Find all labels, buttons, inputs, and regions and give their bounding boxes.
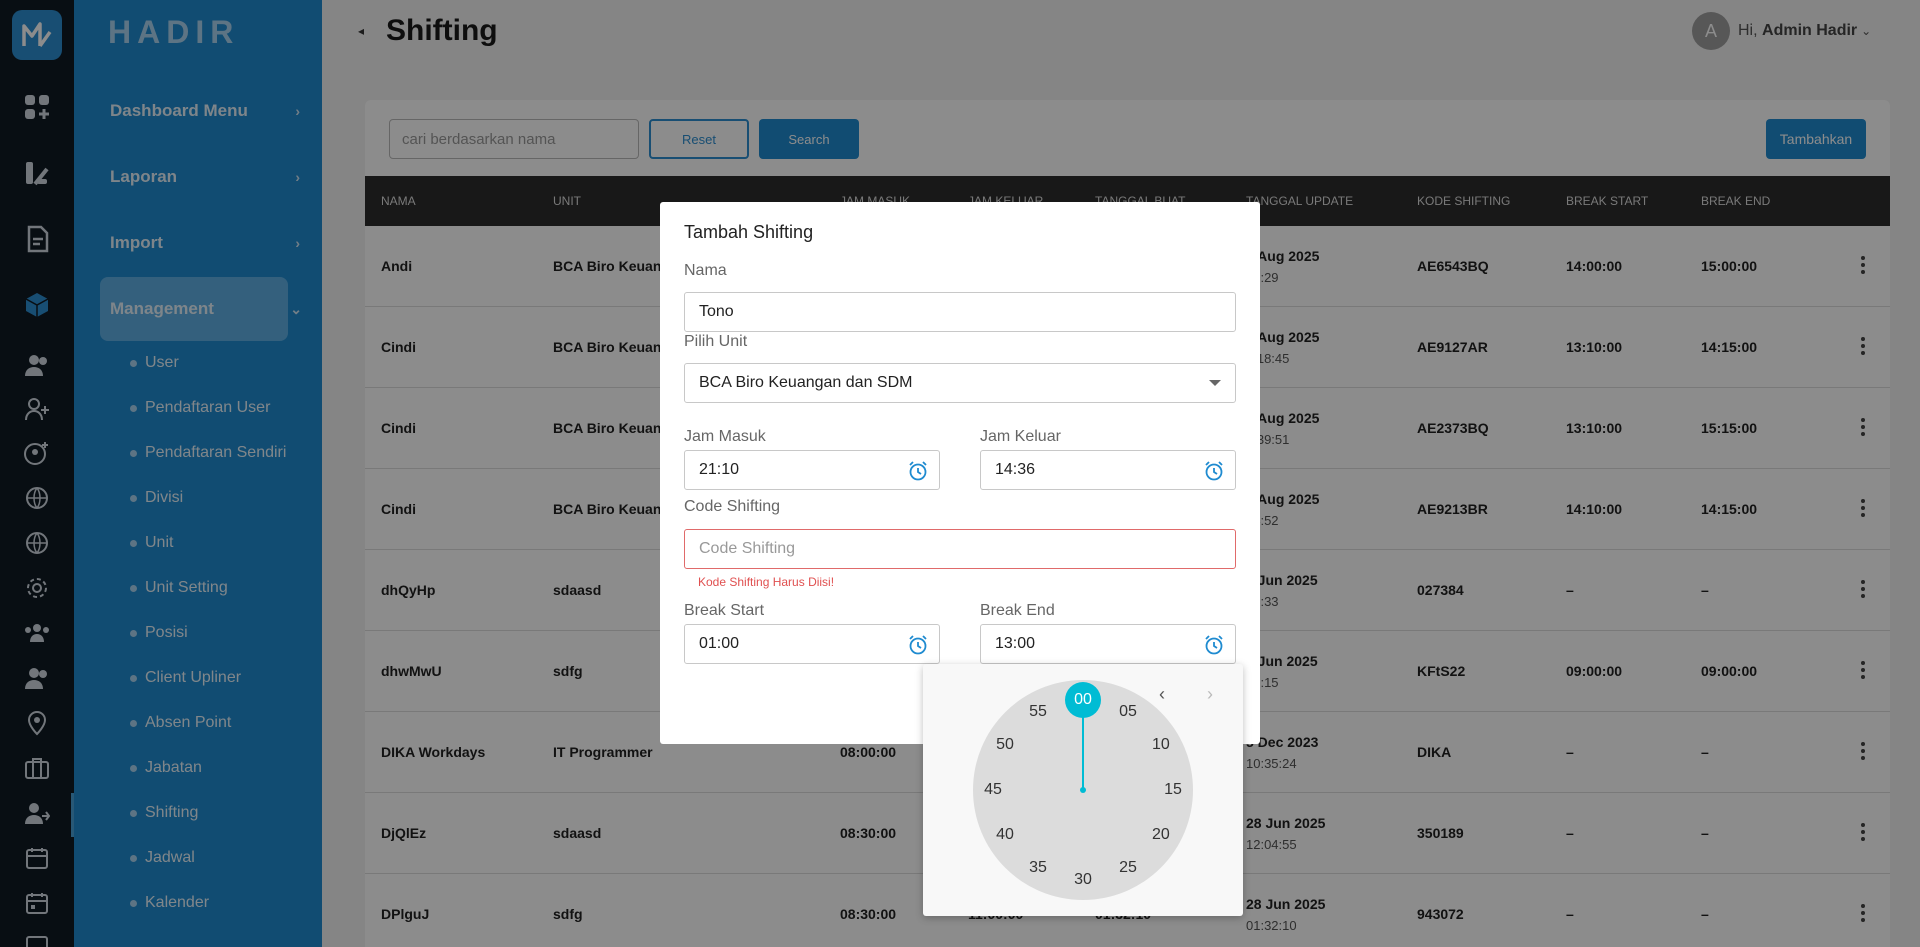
modal-title: Tambah Shifting	[684, 222, 814, 242]
field-label: Nama	[684, 262, 727, 279]
time-value: 14:36	[995, 461, 1036, 478]
field-label: Break Start	[684, 602, 765, 619]
time-value: 13:00	[995, 635, 1036, 652]
time-value: 01:00	[699, 635, 740, 652]
minute-option[interactable]: 15	[1158, 775, 1188, 805]
break-start-field[interactable]: 01:00	[684, 624, 940, 664]
chevron-left-icon[interactable]: ‹	[1159, 684, 1165, 705]
clock-center	[1080, 787, 1086, 793]
minute-option[interactable]: 05	[1113, 697, 1143, 727]
alarm-clock-icon[interactable]	[907, 460, 929, 487]
error-message: Kode Shifting Harus Diisi!	[698, 575, 835, 589]
field-label: Break End	[980, 602, 1055, 619]
alarm-clock-icon[interactable]	[907, 634, 929, 661]
minute-option[interactable]: 00	[1065, 682, 1101, 718]
code-shifting-field[interactable]: Code Shifting	[684, 529, 1236, 569]
clock-dial[interactable]: 00 05 10 15 20 25 30 35 40 45 50 55	[973, 680, 1193, 900]
caret-down-icon	[1209, 380, 1221, 386]
name-field[interactable]: Tono	[684, 292, 1236, 332]
minute-option[interactable]: 50	[990, 730, 1020, 760]
minute-clock-picker: ‹ › 00 05 10 15 20 25 30 35 40 45 50 55	[923, 664, 1243, 916]
minute-option[interactable]: 30	[1068, 865, 1098, 895]
minute-option[interactable]: 40	[990, 820, 1020, 850]
unit-select[interactable]: BCA Biro Keuangan dan SDM	[684, 363, 1236, 403]
minute-option[interactable]: 25	[1113, 853, 1143, 883]
alarm-clock-icon[interactable]	[1203, 634, 1225, 661]
chevron-right-icon[interactable]: ›	[1207, 684, 1213, 705]
alarm-clock-icon[interactable]	[1203, 460, 1225, 487]
break-end-field[interactable]: 13:00	[980, 624, 1236, 664]
unit-select-value: BCA Biro Keuangan dan SDM	[699, 374, 913, 391]
minute-option[interactable]: 10	[1146, 730, 1176, 760]
minute-option[interactable]: 35	[1023, 853, 1053, 883]
field-label: Jam Keluar	[980, 428, 1061, 445]
field-label: Pilih Unit	[684, 333, 748, 350]
jam-masuk-field[interactable]: 21:10	[684, 450, 940, 490]
minute-option[interactable]: 55	[1023, 697, 1053, 727]
minute-option[interactable]: 45	[978, 775, 1008, 805]
field-label: Code Shifting	[684, 498, 781, 515]
minute-option[interactable]: 20	[1146, 820, 1176, 850]
add-shifting-modal: Tambah Shifting Nama Tono Pilih Unit BCA…	[660, 202, 1260, 744]
time-value: 21:10	[699, 461, 740, 478]
field-label: Jam Masuk	[684, 428, 766, 445]
jam-keluar-field[interactable]: 14:36	[980, 450, 1236, 490]
